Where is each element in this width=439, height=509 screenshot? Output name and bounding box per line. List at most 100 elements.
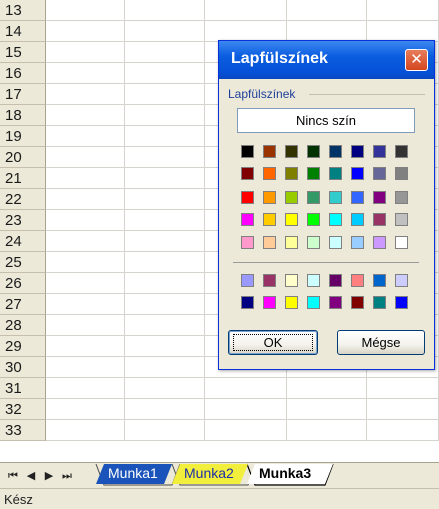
grid-cell[interactable]	[46, 21, 125, 42]
row-header[interactable]: 13	[0, 0, 46, 21]
grid-cell[interactable]	[46, 315, 125, 336]
grid-cell[interactable]	[125, 147, 205, 168]
grid-cell[interactable]	[46, 252, 125, 273]
color-swatch[interactable]	[241, 213, 254, 226]
color-swatch[interactable]	[285, 191, 298, 204]
grid-cell[interactable]	[287, 399, 367, 420]
grid-cell[interactable]	[125, 21, 205, 42]
grid-cell[interactable]	[46, 42, 125, 63]
grid-cell[interactable]	[46, 210, 125, 231]
row-header[interactable]: 30	[0, 357, 46, 378]
color-swatch[interactable]	[395, 167, 408, 180]
grid-cell[interactable]	[46, 63, 125, 84]
grid-cell[interactable]	[125, 210, 205, 231]
color-swatch[interactable]	[373, 296, 386, 309]
color-swatch[interactable]	[373, 274, 386, 287]
ok-button[interactable]: OK	[228, 330, 318, 355]
color-swatch[interactable]	[373, 236, 386, 249]
grid-cell[interactable]	[125, 63, 205, 84]
grid-cell[interactable]	[46, 168, 125, 189]
grid-cell[interactable]	[46, 273, 125, 294]
grid-cell[interactable]	[46, 420, 125, 441]
grid-cell[interactable]	[46, 105, 125, 126]
grid-cell[interactable]	[205, 420, 287, 441]
color-swatch[interactable]	[285, 296, 298, 309]
color-swatch[interactable]	[263, 145, 276, 158]
grid-cell[interactable]	[46, 294, 125, 315]
color-swatch[interactable]	[263, 236, 276, 249]
row-header[interactable]: 21	[0, 168, 46, 189]
grid-cell[interactable]	[46, 399, 125, 420]
row-header[interactable]: 24	[0, 231, 46, 252]
color-swatch[interactable]	[329, 167, 342, 180]
color-swatch[interactable]	[307, 145, 320, 158]
grid-cell[interactable]	[367, 0, 439, 21]
grid-cell[interactable]	[287, 378, 367, 399]
grid-cell[interactable]	[125, 378, 205, 399]
grid-cell[interactable]	[125, 189, 205, 210]
grid-cell[interactable]	[367, 21, 439, 42]
row-header[interactable]: 26	[0, 273, 46, 294]
grid-cell[interactable]	[46, 147, 125, 168]
last-sheet-button[interactable]: ⏭	[60, 468, 74, 484]
row-header[interactable]: 16	[0, 63, 46, 84]
color-swatch[interactable]	[351, 213, 364, 226]
grid-cell[interactable]	[46, 84, 125, 105]
grid-cell[interactable]	[125, 105, 205, 126]
row-header[interactable]: 29	[0, 336, 46, 357]
grid-cell[interactable]	[125, 294, 205, 315]
color-swatch[interactable]	[329, 274, 342, 287]
color-swatch[interactable]	[285, 167, 298, 180]
grid-cell[interactable]	[125, 336, 205, 357]
color-swatch[interactable]	[373, 145, 386, 158]
no-color-button[interactable]: Nincs szín	[237, 108, 415, 133]
color-swatch[interactable]	[241, 191, 254, 204]
grid-cell[interactable]	[46, 378, 125, 399]
row-header[interactable]: 17	[0, 84, 46, 105]
grid-cell[interactable]	[205, 21, 287, 42]
grid-cell[interactable]	[125, 126, 205, 147]
row-header[interactable]: 25	[0, 252, 46, 273]
color-swatch[interactable]	[241, 236, 254, 249]
color-swatch[interactable]	[307, 191, 320, 204]
row-header[interactable]: 27	[0, 294, 46, 315]
grid-cell[interactable]	[125, 252, 205, 273]
color-swatch[interactable]	[307, 236, 320, 249]
grid-cell[interactable]	[125, 420, 205, 441]
tab-munka2[interactable]: Munka2	[172, 464, 248, 484]
color-swatch[interactable]	[329, 213, 342, 226]
grid-cell[interactable]	[125, 357, 205, 378]
grid-cell[interactable]	[46, 0, 125, 21]
color-swatch[interactable]	[329, 236, 342, 249]
row-header[interactable]: 14	[0, 21, 46, 42]
cancel-button[interactable]: Mégse	[337, 330, 425, 355]
color-swatch[interactable]	[307, 213, 320, 226]
color-swatch[interactable]	[395, 274, 408, 287]
grid-cell[interactable]	[125, 42, 205, 63]
color-swatch[interactable]	[329, 296, 342, 309]
color-swatch[interactable]	[241, 274, 254, 287]
tab-munka1[interactable]: Munka1	[96, 464, 172, 484]
grid-cell[interactable]	[205, 0, 287, 21]
color-swatch[interactable]	[263, 274, 276, 287]
color-swatch[interactable]	[241, 296, 254, 309]
row-header[interactable]: 20	[0, 147, 46, 168]
color-swatch[interactable]	[307, 274, 320, 287]
color-swatch[interactable]	[307, 296, 320, 309]
grid-cell[interactable]	[46, 336, 125, 357]
color-swatch[interactable]	[351, 167, 364, 180]
grid-cell[interactable]	[125, 168, 205, 189]
grid-cell[interactable]	[367, 399, 439, 420]
color-swatch[interactable]	[241, 167, 254, 180]
color-swatch[interactable]	[285, 274, 298, 287]
color-swatch[interactable]	[285, 236, 298, 249]
close-button[interactable]: ✕	[405, 49, 428, 71]
color-swatch[interactable]	[351, 191, 364, 204]
color-swatch[interactable]	[329, 145, 342, 158]
color-swatch[interactable]	[373, 213, 386, 226]
color-swatch[interactable]	[263, 213, 276, 226]
grid-cell[interactable]	[287, 420, 367, 441]
grid-cell[interactable]	[46, 231, 125, 252]
color-swatch[interactable]	[263, 167, 276, 180]
grid-cell[interactable]	[125, 315, 205, 336]
